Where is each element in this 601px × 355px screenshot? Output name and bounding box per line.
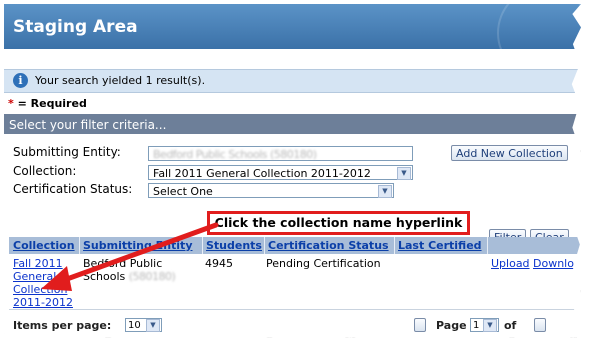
page-label: Page: [436, 319, 467, 332]
submitting-entity-input[interactable]: Bedford Public Schools (580180): [148, 146, 413, 161]
prev-page-button[interactable]: [414, 318, 426, 332]
download-link[interactable]: Downloa: [533, 257, 581, 270]
upload-link[interactable]: Upload: [491, 257, 530, 270]
required-star: *: [8, 97, 14, 110]
certification-status-value: Select One: [153, 185, 213, 198]
title-bar: Staging Area: [4, 4, 581, 80]
collection-link-line-1[interactable]: Fall 2011: [13, 257, 73, 270]
collection-select[interactable]: Fall 2011 General Collection 2011-2012 ▼: [148, 165, 413, 180]
items-per-page-value: 10: [128, 320, 141, 331]
certification-status-label: Certification Status:: [13, 182, 133, 196]
required-text: = Required: [17, 97, 87, 110]
collection-name-link[interactable]: Fall 2011 General Collection 2011-2012: [13, 257, 73, 309]
results-table-header: Collection Submitting Entity Students Ce…: [9, 237, 581, 254]
submitting-entity-value: Bedford Public Schools (580180): [153, 148, 317, 161]
collection-label: Collection:: [13, 164, 77, 178]
items-per-page-label: Items per page:: [13, 319, 112, 332]
collection-link-line-3[interactable]: Collection: [13, 283, 73, 296]
items-per-page-select[interactable]: 10 ▼: [125, 318, 162, 332]
of-label: of: [504, 319, 517, 332]
instruction-callout: Click the collection name hyperlink: [207, 211, 470, 235]
col-header-last-certified[interactable]: Last Certified: [398, 239, 482, 252]
entity-name-line-2-text: Schools: [83, 270, 126, 283]
chevron-down-icon[interactable]: ▼: [378, 185, 392, 198]
row-divider: [9, 309, 581, 310]
collection-link-line-4[interactable]: 2011-2012: [13, 296, 73, 309]
students-cell: 4945: [205, 257, 233, 270]
col-header-collection[interactable]: Collection: [13, 239, 75, 252]
submitting-entity-cell: Bedford Public Schools (580180): [83, 257, 176, 283]
info-icon: i: [13, 73, 28, 88]
collection-select-value: Fall 2011 General Collection 2011-2012: [153, 167, 371, 180]
info-message-bar: i Your search yielded 1 result(s).: [4, 69, 581, 93]
chevron-down-icon[interactable]: ▼: [483, 319, 497, 332]
page-title: Staging Area: [13, 17, 138, 37]
col-header-certification-status[interactable]: Certification Status: [268, 239, 389, 252]
page-select[interactable]: 1 ▼: [470, 318, 499, 332]
next-page-button[interactable]: [534, 318, 546, 332]
col-header-submitting-entity[interactable]: Submitting Entity: [83, 239, 192, 252]
info-message: Your search yielded 1 result(s).: [35, 74, 206, 87]
chevron-down-icon[interactable]: ▼: [397, 167, 411, 180]
certification-status-cell: Pending Certification: [266, 257, 381, 270]
chevron-down-icon[interactable]: ▼: [146, 319, 160, 332]
page-value: 1: [473, 320, 480, 331]
submitting-entity-label: Submitting Entity:: [13, 145, 121, 159]
entity-name-line-1: Bedford Public: [83, 257, 163, 270]
filter-criteria-label: Select your filter criteria...: [9, 118, 167, 132]
required-legend: * = Required: [8, 97, 87, 110]
col-header-students[interactable]: Students: [206, 239, 262, 252]
pager-bar: Items per page:: [13, 319, 111, 332]
certification-status-select[interactable]: Select One ▼: [148, 183, 394, 198]
add-new-collection-button[interactable]: Add New Collection: [451, 145, 568, 161]
staging-area-panel: Staging Area i Your search yielded 1 res…: [4, 4, 581, 338]
entity-name-line-2: Schools (580180): [83, 270, 176, 283]
collection-link-line-2[interactable]: General: [13, 270, 73, 283]
filter-criteria-bar: Select your filter criteria...: [4, 114, 581, 134]
entity-code: (580180): [128, 270, 176, 283]
